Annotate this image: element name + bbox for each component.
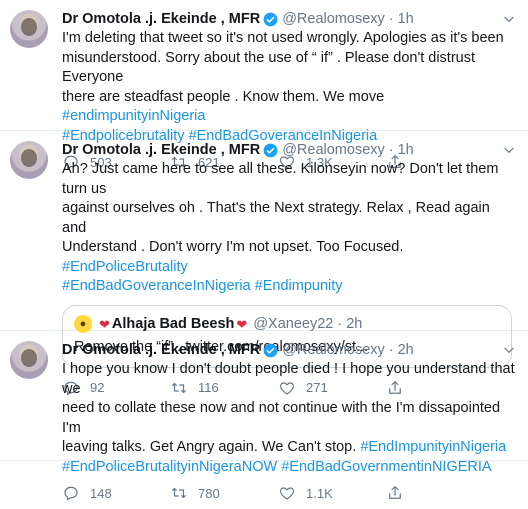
- retweet-button[interactable]: 780: [170, 484, 278, 502]
- verified-badge-icon: [263, 12, 278, 26]
- tweet-line: Ah? Just came here to see all these. Kil…: [62, 161, 499, 197]
- timestamp[interactable]: 1h: [398, 10, 414, 28]
- hashtag-link[interactable]: #EndBadGoveranceInNigeria: [62, 278, 251, 294]
- tweet-header: Dr Omotola .j. Ekeinde , MFR @Realomosex…: [62, 141, 516, 159]
- chevron-down-icon[interactable]: [502, 12, 516, 26]
- retweet-count: 780: [198, 485, 220, 501]
- timestamp[interactable]: 2h: [398, 341, 414, 359]
- tweet-line: I'm deleting that tweet so it's not used…: [62, 30, 504, 46]
- tweet-text: Ah? Just came here to see all these. Kil…: [62, 160, 516, 297]
- avatar[interactable]: [10, 141, 48, 179]
- reply-icon: [64, 486, 78, 501]
- tweet-header: Dr Omotola .j. Ekeinde , MFR @Realomosex…: [62, 341, 516, 359]
- hashtag-link[interactable]: #EndImpunityinNigeria: [360, 439, 506, 455]
- verified-badge-icon: [263, 343, 278, 357]
- avatar[interactable]: [10, 10, 48, 48]
- author-handle[interactable]: @Realomosexy: [282, 341, 385, 359]
- tweet[interactable]: Dr Omotola .j. Ekeinde , MFR @Realomosex…: [0, 131, 528, 395]
- avatar[interactable]: [10, 341, 48, 379]
- reply-button[interactable]: 148: [62, 484, 170, 502]
- tweet-line-text: leaving talks. Get Angry again. We Can't…: [62, 439, 361, 455]
- share-icon: [389, 486, 401, 499]
- hashtag-link[interactable]: #Endimpunity: [255, 278, 343, 294]
- author-name[interactable]: Dr Omotola .j. Ekeinde , MFR: [62, 10, 260, 28]
- tweet-line: #EndBadGoveranceInNigeria #Endimpunity: [62, 277, 516, 297]
- tweet-actions: 148 780 1.1K: [62, 477, 516, 509]
- share-button[interactable]: [386, 484, 494, 502]
- timestamp[interactable]: 1h: [398, 141, 414, 159]
- separator-dot: ·: [388, 142, 394, 158]
- tweet[interactable]: Dr Omotola .j. Ekeinde , MFR @Realomosex…: [0, 0, 528, 170]
- retweet-icon: [172, 487, 186, 499]
- verified-badge-icon: [263, 143, 278, 157]
- author-name[interactable]: Dr Omotola .j. Ekeinde , MFR: [62, 341, 260, 359]
- tweet-line: Understand . Don't worry I'm not upset. …: [62, 238, 516, 277]
- tweet-line: there are steadfast people . Know them. …: [62, 88, 516, 127]
- tweet-line: against ourselves oh . That's the Next s…: [62, 200, 490, 236]
- hashtag-link[interactable]: #EndPoliceBrutality: [62, 259, 188, 275]
- tweet-text: I'm deleting that tweet so it's not used…: [62, 29, 516, 146]
- tweet-line-text: Understand . Don't worry I'm not upset. …: [62, 239, 404, 255]
- like-count: 1.1K: [306, 485, 333, 501]
- tweet-line-text: there are steadfast people . Know them. …: [62, 88, 385, 105]
- separator-dot: ·: [388, 342, 394, 358]
- tweet-line: I hope you know I don't doubt people die…: [62, 361, 515, 397]
- separator-dot: ·: [388, 11, 394, 27]
- hashtag-link[interactable]: #endimpunityinNigeria: [62, 108, 205, 124]
- author-handle[interactable]: @Realomosexy: [282, 10, 385, 28]
- tweet-line: leaving talks. Get Angry again. We Can't…: [62, 438, 516, 458]
- reply-count: 148: [90, 485, 112, 501]
- tweet-line: #EndPoliceBrutalityinNigeraNOW #EndBadGo…: [62, 458, 516, 478]
- tweet-line: misunderstood. Sorry about the use of “ …: [62, 49, 476, 86]
- like-button[interactable]: 1.1K: [278, 484, 386, 502]
- chevron-down-icon[interactable]: [502, 143, 516, 157]
- tweet-text: I hope you know I don't doubt people die…: [62, 360, 516, 477]
- tweet-line: need to collate these now and not contin…: [62, 400, 501, 436]
- author-handle[interactable]: @Realomosexy: [282, 141, 385, 159]
- heart-icon: [279, 487, 295, 500]
- tweet[interactable]: Dr Omotola .j. Ekeinde , MFR @Realomosex…: [0, 331, 528, 501]
- author-name[interactable]: Dr Omotola .j. Ekeinde , MFR: [62, 141, 260, 159]
- tweet-header: Dr Omotola .j. Ekeinde , MFR @Realomosex…: [62, 10, 516, 28]
- chevron-down-icon[interactable]: [502, 343, 516, 357]
